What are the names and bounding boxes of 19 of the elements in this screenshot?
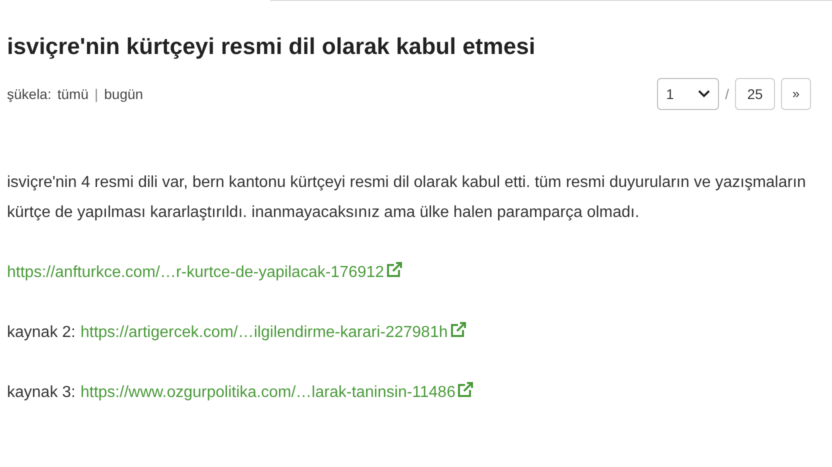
- sort-link[interactable]: bugün: [104, 84, 144, 104]
- source-link[interactable]: https://www.ozgurpolitika.com/…larak-taninsin-11486: [80, 384, 474, 401]
- page-total-button[interactable]: 25: [735, 78, 775, 110]
- entry-text: isviçre'nin 4 resmi dili var, bern kantonu kürtçeyi resmi dil olarak kabul etti. tüm resmi duyuruların ve yazışmaların kürtçe de yapılması kararlaştırıldı. inanmayacaksınız ama ülke halen paramparça olmadı.: [7, 173, 807, 223]
- link-divider: |: [94, 84, 98, 104]
- sort-link[interactable]: tümü: [57, 84, 88, 104]
- page-select[interactable]: 1: [657, 78, 720, 110]
- external-link-icon: [385, 262, 404, 278]
- source-label: kaynak 3:: [7, 384, 76, 401]
- external-link-icon: [448, 322, 467, 338]
- chevron-down-icon: [698, 90, 710, 98]
- source-link[interactable]: https://artigercek.com/…ilgilendirme-karari-227981h: [80, 324, 467, 341]
- sort-label: şükela:: [7, 84, 52, 104]
- external-link-icon: [456, 382, 474, 398]
- entry-title: isviçre'nin kürtçeyi resmi dil olarak kabul etmesi: [7, 32, 536, 60]
- source-label: kaynak 2:: [7, 324, 76, 341]
- source-link[interactable]: https://anfturkce.com/…r-kurtce-de-yapilacak-176912: [7, 264, 404, 281]
- page-separator: /: [725, 84, 729, 104]
- next-page-button[interactable]: »: [781, 78, 811, 110]
